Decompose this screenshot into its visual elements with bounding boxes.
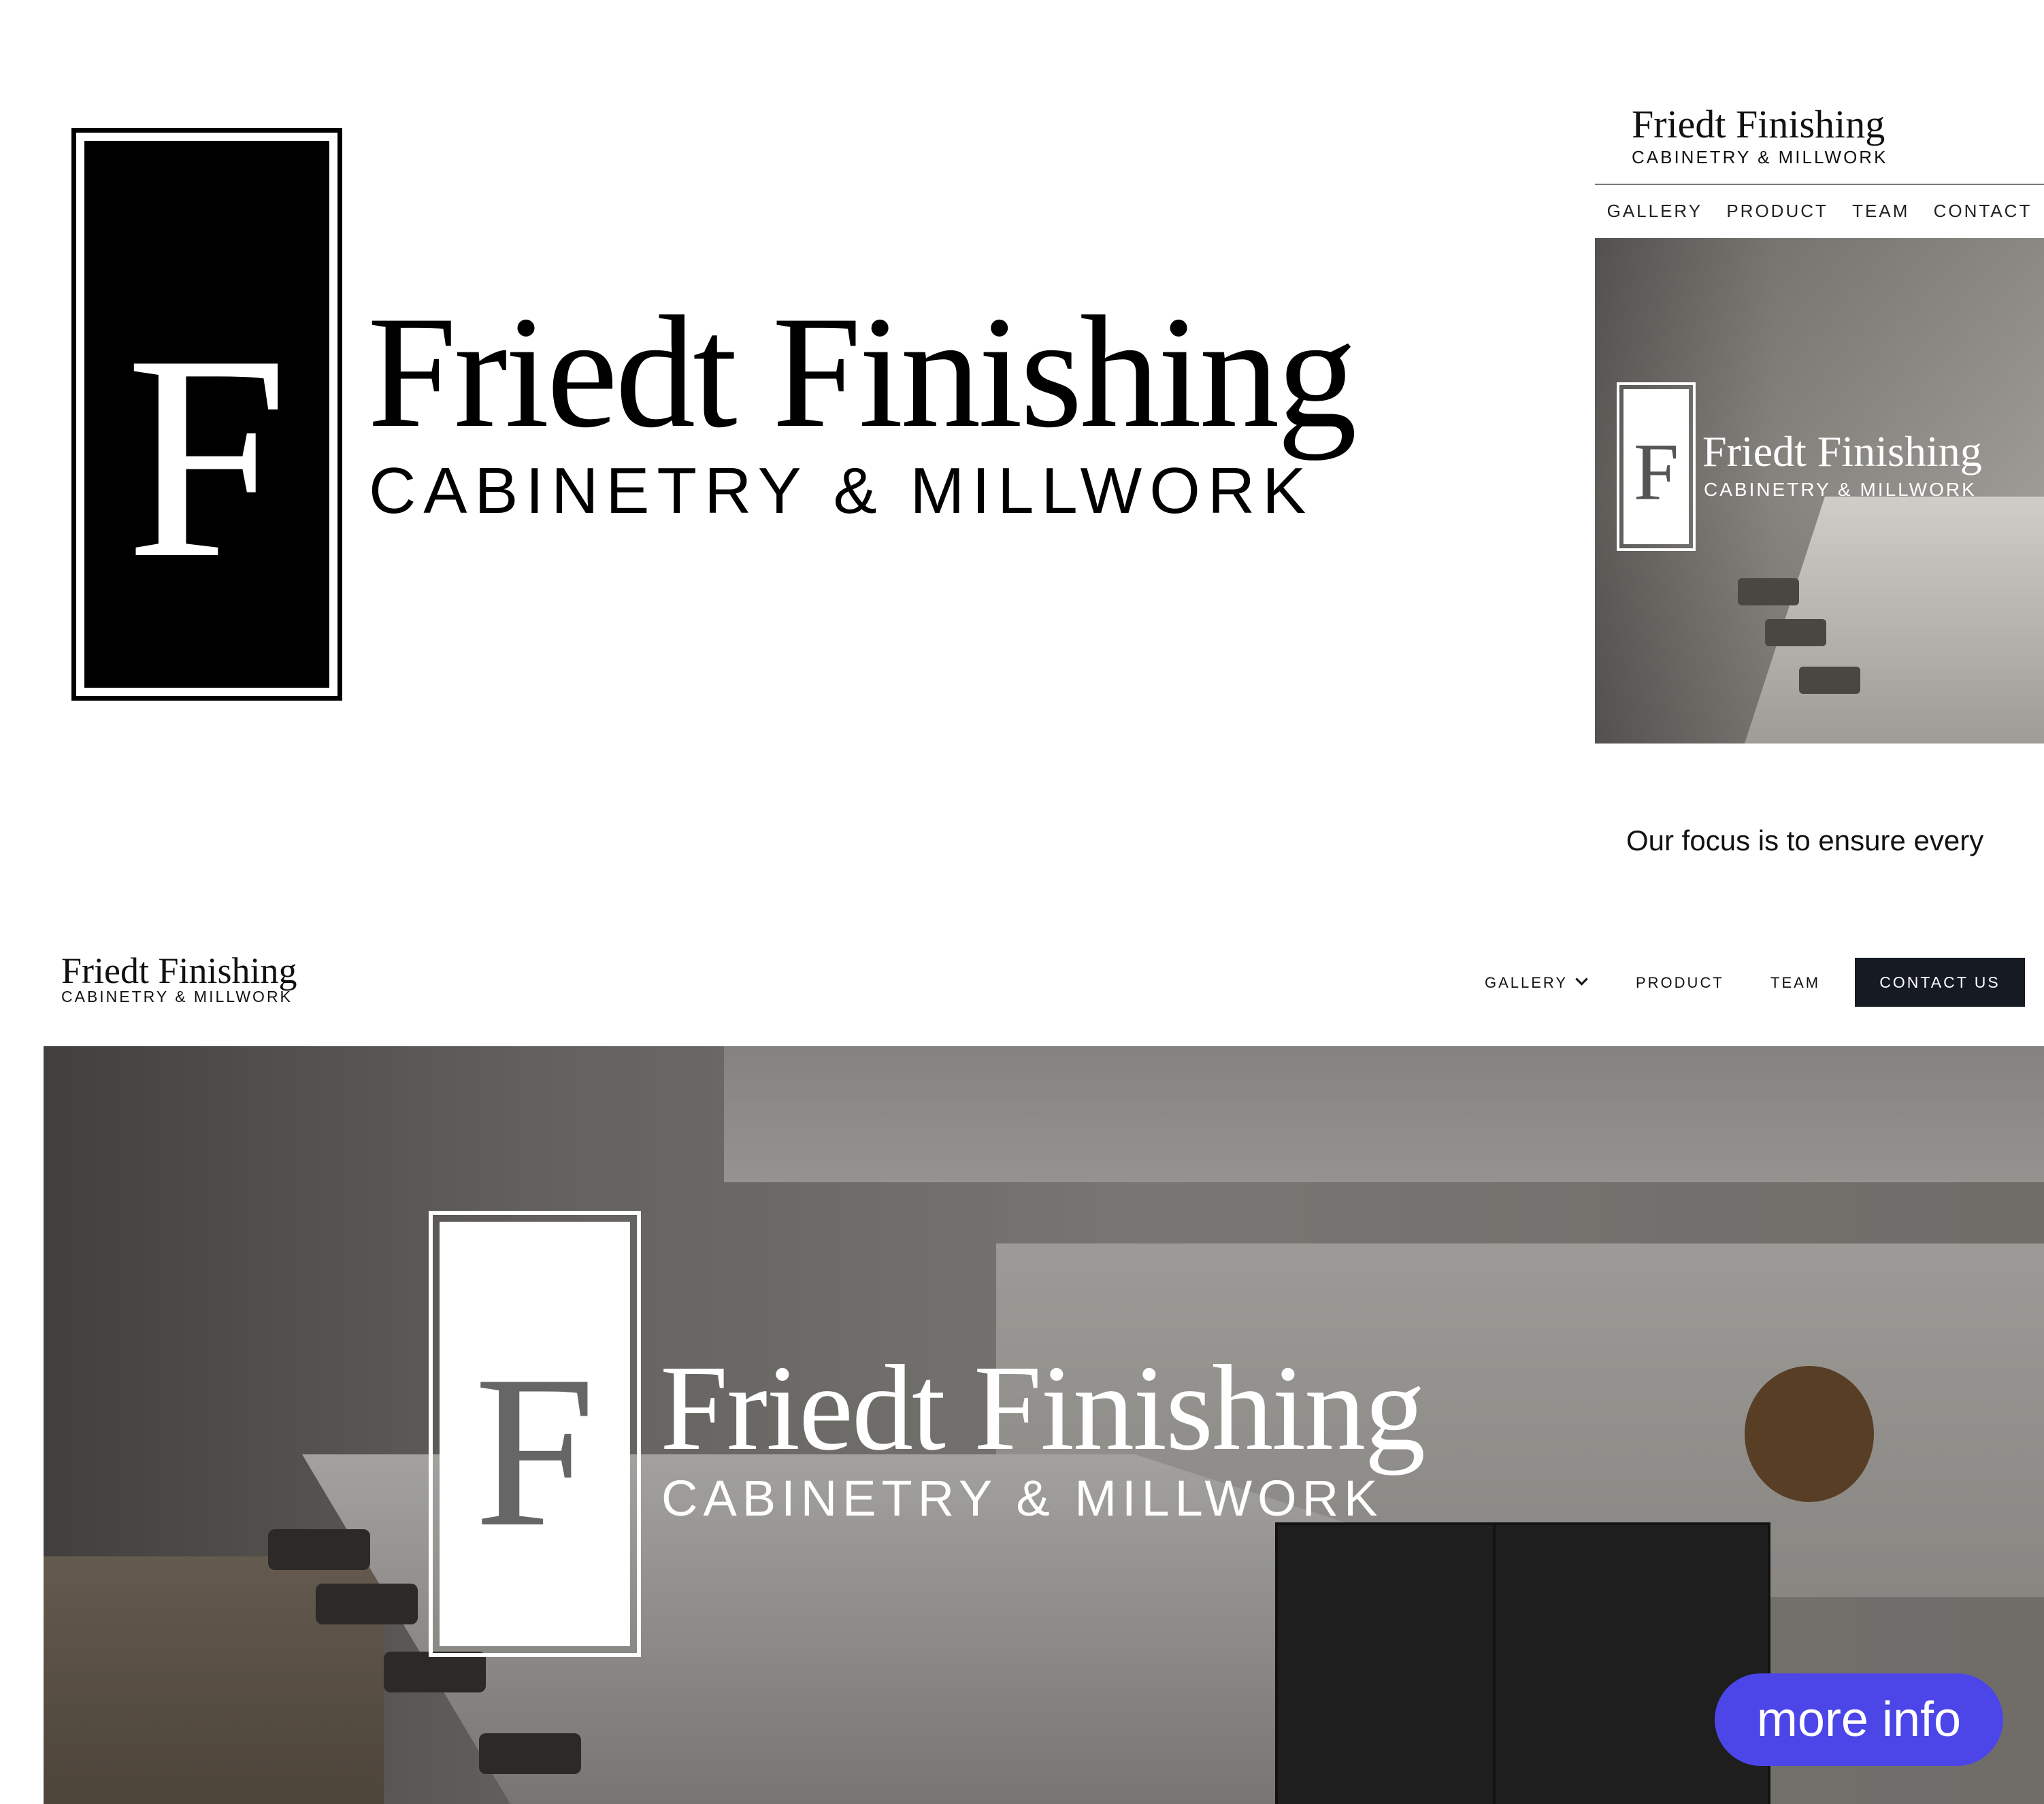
desktop-hero-brand-tagline: CABINETRY & MILLWORK bbox=[661, 1470, 1383, 1526]
nav-product[interactable]: PRODUCT bbox=[1636, 974, 1724, 992]
nav-team[interactable]: TEAM bbox=[1770, 974, 1820, 992]
desktop-brand-name: Friedt Finishing bbox=[61, 950, 297, 991]
mobile-nav-contact[interactable]: CONTACT bbox=[1934, 201, 2032, 222]
mobile-nav-team[interactable]: TEAM bbox=[1852, 201, 1909, 222]
monogram-panel: F bbox=[84, 141, 329, 688]
mobile-hero-brand-tagline: CABINETRY & MILLWORK bbox=[1704, 479, 1977, 500]
mobile-header-logo[interactable]: Friedt Finishing CABINETRY & MILLWORK bbox=[1595, 102, 2044, 184]
mobile-hero-image: F Friedt Finishing CABINETRY & MILLWORK bbox=[1595, 238, 2044, 744]
contact-us-button[interactable]: CONTACT US bbox=[1855, 958, 2025, 1007]
more-info-button[interactable]: more info bbox=[1715, 1673, 2003, 1766]
mobile-hero-monogram-frame: F bbox=[1617, 382, 1696, 551]
bar-stool bbox=[1738, 578, 1799, 605]
monogram-letter: F bbox=[125, 295, 289, 619]
chevron-down-icon bbox=[1575, 973, 1588, 986]
bar-stool bbox=[1765, 619, 1826, 646]
mobile-nav: GALLERY PRODUCT TEAM CONTACT bbox=[1595, 199, 2044, 223]
mobile-brand-name: Friedt Finishing bbox=[1632, 102, 1885, 146]
nav-gallery-label: GALLERY bbox=[1485, 974, 1568, 991]
mobile-hero-monogram: F bbox=[1633, 427, 1679, 517]
desktop-hero-brand-name: Friedt Finishing bbox=[660, 1340, 1425, 1475]
bar-stool bbox=[1799, 667, 1860, 694]
desktop-brand-tagline: CABINETRY & MILLWORK bbox=[61, 988, 293, 1005]
nav-gallery[interactable]: GALLERY bbox=[1485, 973, 1588, 992]
mobile-hero-brand-name: Friedt Finishing bbox=[1702, 427, 1982, 475]
mobile-nav-product[interactable]: PRODUCT bbox=[1726, 201, 1828, 222]
desktop-hero-monogram-frame: F bbox=[429, 1211, 641, 1657]
desktop-hero-monogram: F bbox=[474, 1331, 595, 1572]
brand-tagline: CABINETRY & MILLWORK bbox=[369, 454, 1314, 527]
mobile-brand-tagline: CABINETRY & MILLWORK bbox=[1632, 147, 1888, 167]
mobile-nav-gallery[interactable]: GALLERY bbox=[1607, 201, 1702, 222]
monogram-frame: F bbox=[71, 128, 342, 701]
brand-name: Friedt Finishing bbox=[367, 284, 1357, 461]
mobile-intro-text: Our focus is to ensure every bbox=[1626, 824, 1984, 856]
mobile-header-divider bbox=[1595, 184, 2044, 185]
